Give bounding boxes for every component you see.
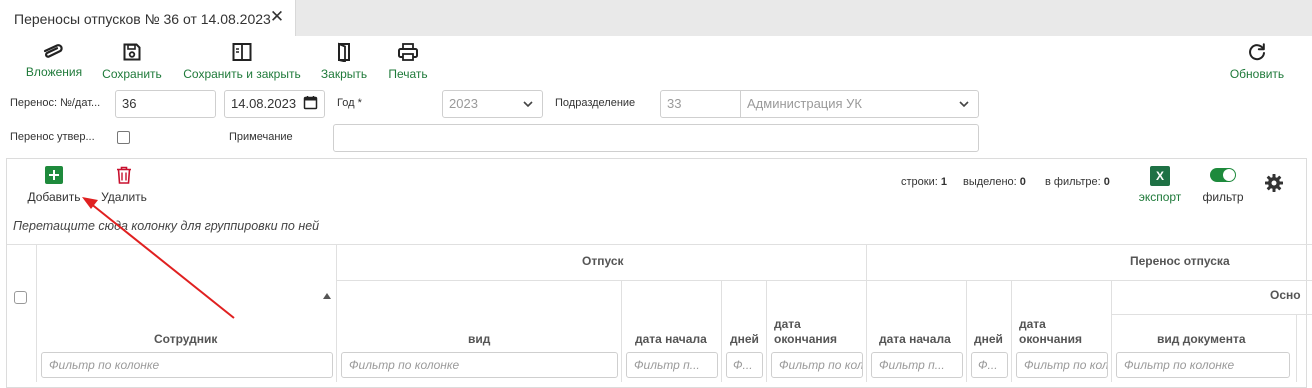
floppy-disk-icon xyxy=(123,43,141,61)
door-icon xyxy=(338,42,350,62)
tab-title: Переносы отпусков № 36 от 14.08.2023 xyxy=(14,11,271,27)
start-date-filter-input[interactable]: Фильтр п... xyxy=(626,352,718,378)
transfer-approved-label: Перенос утвер... xyxy=(10,131,95,143)
column-days-title: дней xyxy=(730,332,759,346)
department-select[interactable]: Администрация УК xyxy=(740,90,979,118)
paperclip-icon xyxy=(43,44,63,58)
column-new-end-date-title-line1: дата xyxy=(1019,317,1046,331)
print-button[interactable]: Печать xyxy=(384,40,432,81)
refresh-icon xyxy=(1249,43,1265,61)
column-new-days-title: дней xyxy=(974,332,1003,346)
save-and-close-button[interactable]: Сохранить и закрыть xyxy=(178,40,306,81)
export-label: экспорт xyxy=(1138,190,1182,204)
new-start-date-filter-input[interactable]: Фильтр п... xyxy=(871,352,963,378)
column-start-date-title: дата начала xyxy=(635,332,707,346)
filter-toggle[interactable]: фильтр xyxy=(1198,166,1248,204)
column-end-date-title-line1: дата xyxy=(774,317,801,331)
rows-count: строки: 1 xyxy=(901,176,947,188)
note-input[interactable] xyxy=(333,124,979,152)
attachments-button[interactable]: Вложения xyxy=(22,40,86,80)
chevron-down-icon xyxy=(959,101,969,108)
in-filter-count: в фильтре: 0 xyxy=(1045,176,1110,188)
note-label: Примечание xyxy=(229,131,293,143)
year-label: Год * xyxy=(337,97,362,109)
refresh-button[interactable]: Обновить xyxy=(1226,40,1288,81)
column-next xyxy=(1296,314,1312,382)
transfer-date-value: 14.08.2023 xyxy=(231,96,297,111)
transfer-number-input[interactable]: 36 xyxy=(115,90,216,118)
trash-icon xyxy=(117,166,131,184)
department-label: Подразделение xyxy=(555,97,636,109)
gear-icon[interactable] xyxy=(1264,173,1284,193)
close-label: Закрыть xyxy=(320,67,368,81)
column-new-start-date-title: дата начала xyxy=(879,332,951,346)
export-button[interactable]: X экспорт xyxy=(1136,166,1184,204)
group-by-hint: Перетащите сюда колонку для группировки … xyxy=(13,219,320,233)
tab-document[interactable]: Переносы отпусков № 36 от 14.08.2023 ✕ xyxy=(0,0,296,36)
end-date-filter-input[interactable]: Фильтр по колонке xyxy=(771,352,863,378)
column-doc-type-title: вид документа xyxy=(1157,332,1246,346)
save-close-icon xyxy=(232,43,252,61)
group-basis: Осно xyxy=(1111,280,1312,315)
column-end-date-title-line2: окончания xyxy=(774,332,838,346)
group-vacation-title: Отпуск xyxy=(582,254,624,268)
employee-filter-input[interactable]: Фильтр по колонке xyxy=(41,352,333,378)
attachments-label: Вложения xyxy=(25,65,83,79)
in-filter-value: 0 xyxy=(1103,176,1110,188)
toggle-switch-icon xyxy=(1210,168,1236,182)
transfer-number-date-label: Перенос: №/дат... xyxy=(10,97,101,109)
new-days-filter-input[interactable]: Ф... xyxy=(971,352,1008,378)
group-vacation: Отпуск xyxy=(336,244,867,281)
close-button[interactable]: Закрыть xyxy=(316,40,372,81)
department-code-input: 33 xyxy=(660,90,741,118)
chevron-down-icon xyxy=(523,101,533,108)
filter-label: фильтр xyxy=(1202,190,1244,204)
new-end-date-filter-input[interactable]: Фильтр по колонке xyxy=(1016,352,1108,378)
add-label: Добавить xyxy=(27,190,81,204)
group-transfer: Перенос отпуска xyxy=(866,244,1312,281)
save-label: Сохранить xyxy=(102,67,162,81)
selected-value: 0 xyxy=(1019,176,1026,188)
calendar-icon[interactable] xyxy=(303,95,318,110)
close-tab-icon[interactable]: ✕ xyxy=(268,8,286,26)
tab-strip: Переносы отпусков № 36 от 14.08.2023 ✕ xyxy=(0,0,1312,36)
year-value: 2023 xyxy=(449,96,478,111)
in-filter-label: в фильтре: xyxy=(1045,176,1101,188)
print-label: Печать xyxy=(388,67,428,81)
excel-icon: X xyxy=(1150,166,1170,186)
selected-count: выделено: 0 xyxy=(963,176,1026,188)
days-filter-input[interactable]: Ф... xyxy=(726,352,763,378)
sort-ascending-icon xyxy=(323,293,331,299)
add-row-button[interactable]: Добавить xyxy=(24,166,84,204)
save-button[interactable]: Сохранить xyxy=(98,40,166,81)
refresh-label: Обновить xyxy=(1229,67,1285,81)
printer-icon xyxy=(398,43,418,61)
group-basis-title: Осно xyxy=(1270,288,1301,302)
group-transfer-title: Перенос отпуска xyxy=(1130,254,1230,268)
column-employee-title: Сотрудник xyxy=(154,332,218,346)
delete-label: Удалить xyxy=(101,190,147,204)
doc-type-filter-input[interactable]: Фильтр по колонке xyxy=(1116,352,1290,378)
save-and-close-label: Сохранить и закрыть xyxy=(183,67,301,81)
column-new-end-date-title-line2: окончания xyxy=(1019,332,1083,346)
rows-label: строки: xyxy=(901,176,938,188)
department-name-value: Администрация УК xyxy=(747,96,863,111)
type-filter-input[interactable]: Фильтр по колонке xyxy=(341,352,618,378)
selected-label: выделено: xyxy=(963,176,1017,188)
select-all-checkbox[interactable] xyxy=(14,291,27,304)
column-type-title: вид xyxy=(468,332,491,346)
rows-value: 1 xyxy=(940,176,947,188)
select-all-cell xyxy=(7,244,37,382)
transfer-approved-checkbox[interactable] xyxy=(117,131,130,144)
plus-icon xyxy=(45,166,63,184)
delete-row-button[interactable]: Удалить xyxy=(98,166,150,204)
